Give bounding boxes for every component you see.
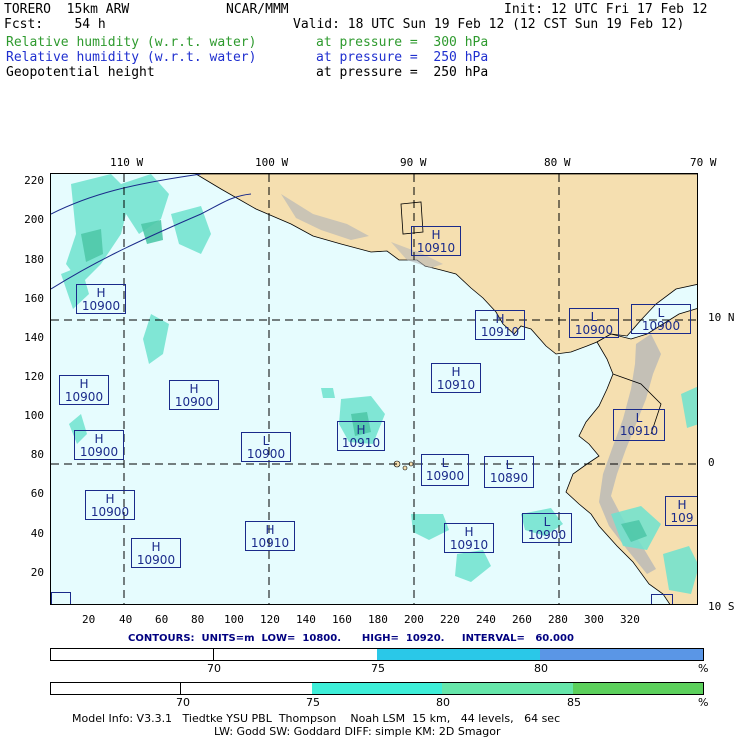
- y-tick: 180: [24, 253, 44, 266]
- field-rh250-level: at pressure = 250 hPa: [316, 50, 489, 65]
- rh300-label-85: 85: [567, 696, 581, 709]
- y-tick: 20: [30, 566, 44, 579]
- low-center: L 10900: [631, 304, 691, 334]
- lat-label-10s: 10 S: [708, 600, 735, 613]
- rh250-label-70: 70: [207, 662, 221, 675]
- rh250-colorbar: [50, 648, 704, 661]
- rh250-divider: [213, 648, 214, 661]
- high-center: H 109: [665, 496, 697, 526]
- y-tick: 140: [24, 331, 44, 344]
- high-center: H 10910: [475, 310, 525, 340]
- low-center: L 10890: [484, 456, 534, 488]
- x-tick: 160: [332, 613, 352, 626]
- x-tick: 240: [476, 613, 496, 626]
- rh250-band-blue: [540, 649, 703, 660]
- x-tick: 180: [368, 613, 388, 626]
- lat-label-10n: 10 N: [708, 311, 735, 324]
- lon-label-90w: 90 W: [400, 156, 427, 169]
- corner-marker: [51, 592, 71, 604]
- y-tick: 100: [24, 409, 44, 422]
- lon-label-110w: 110 W: [110, 156, 144, 169]
- x-tick: 60: [155, 613, 169, 626]
- high-center: H 10900: [85, 490, 135, 520]
- high-center: H 10910: [431, 363, 481, 393]
- y-tick: 80: [30, 448, 44, 461]
- y-tick: 60: [30, 487, 44, 500]
- lon-label-70w: 70 W: [690, 156, 717, 169]
- galapagos-island: [402, 465, 408, 471]
- valid-time: Valid: 18 UTC Sun 19 Feb 12 (12 CST Sun …: [293, 17, 685, 32]
- low-center: L 10900: [421, 454, 469, 486]
- y-tick: 120: [24, 370, 44, 383]
- field-height-name: Geopotential height: [6, 65, 155, 80]
- x-tick: 220: [440, 613, 460, 626]
- lon-label-80w: 80 W: [544, 156, 571, 169]
- model-name: TORERO 15km ARW: [4, 2, 130, 17]
- x-tick: 120: [260, 613, 280, 626]
- y-tick: 200: [24, 213, 44, 226]
- rh300-band-green: [572, 683, 703, 694]
- rh300-unit: %: [698, 696, 709, 709]
- rh250-unit: %: [698, 662, 709, 675]
- rh250-label-75: 75: [371, 662, 385, 675]
- rh250-band-cyan: [377, 649, 540, 660]
- rh300-label-80: 80: [436, 696, 450, 709]
- rh300-band-aqua: [311, 683, 443, 694]
- corner-marker: [651, 594, 673, 604]
- y-tick: 160: [24, 292, 44, 305]
- rh300-label-75: 75: [306, 696, 320, 709]
- high-center: H 10900: [131, 538, 181, 568]
- high-center: H 10910: [245, 521, 295, 551]
- rh300-label-70: 70: [176, 696, 190, 709]
- high-center: H 10900: [169, 380, 219, 410]
- y-tick: 220: [24, 174, 44, 187]
- rh300-colorbar: [50, 682, 704, 695]
- y-tick: 40: [30, 527, 44, 540]
- rh250-label-80: 80: [534, 662, 548, 675]
- high-center: H 10900: [74, 430, 124, 460]
- model-physics: LW: Godd SW: Goddard DIFF: simple KM: 2D…: [214, 725, 501, 738]
- init-time: Init: 12 UTC Fri 17 Feb 12: [504, 2, 708, 17]
- field-height-level: at pressure = 250 hPa: [316, 65, 489, 80]
- rh250-band-white: [51, 649, 377, 660]
- x-tick: 100: [224, 613, 244, 626]
- x-tick: 260: [512, 613, 532, 626]
- low-center: L 10910: [613, 409, 665, 441]
- x-tick: 320: [620, 613, 640, 626]
- high-center: H 10910: [444, 523, 494, 553]
- forecast-hour: Fcst: 54 h: [4, 17, 106, 32]
- high-center: H 10910: [337, 421, 385, 451]
- x-tick: 280: [548, 613, 568, 626]
- x-tick: 40: [119, 613, 133, 626]
- organization: NCAR/MMM: [226, 2, 289, 17]
- contours-info: CONTOURS: UNITS=m LOW= 10800. HIGH= 1092…: [128, 633, 574, 644]
- field-rh250-name: Relative humidity (w.r.t. water): [6, 50, 257, 65]
- x-tick: 140: [296, 613, 316, 626]
- central-america-land: [195, 174, 697, 355]
- x-tick: 300: [584, 613, 604, 626]
- x-tick: 20: [82, 613, 96, 626]
- weather-map: H 10910 H 10900 H 10910 L 10900 L 10900 H 1091…: [50, 173, 698, 605]
- lon-label-100w: 100 W: [255, 156, 289, 169]
- low-center: L 10900: [241, 432, 291, 462]
- field-rh300-level: at pressure = 300 hPa: [316, 35, 489, 50]
- high-center: H 10910: [411, 226, 461, 256]
- high-center: H 10900: [59, 375, 109, 405]
- low-center: L 10900: [569, 308, 619, 338]
- model-info: Model Info: V3.3.1 Tiedtke YSU PBL Thomp…: [72, 712, 561, 725]
- low-center: L 10900: [522, 513, 572, 543]
- x-tick: 80: [191, 613, 205, 626]
- x-tick: 200: [404, 613, 424, 626]
- high-center: H 10900: [76, 284, 126, 314]
- rh300-band-mint: [442, 683, 573, 694]
- field-rh300-name: Relative humidity (w.r.t. water): [6, 35, 257, 50]
- lat-label-0: 0: [708, 456, 715, 469]
- rh300-divider: [180, 682, 181, 695]
- rh300-band-white: [51, 683, 312, 694]
